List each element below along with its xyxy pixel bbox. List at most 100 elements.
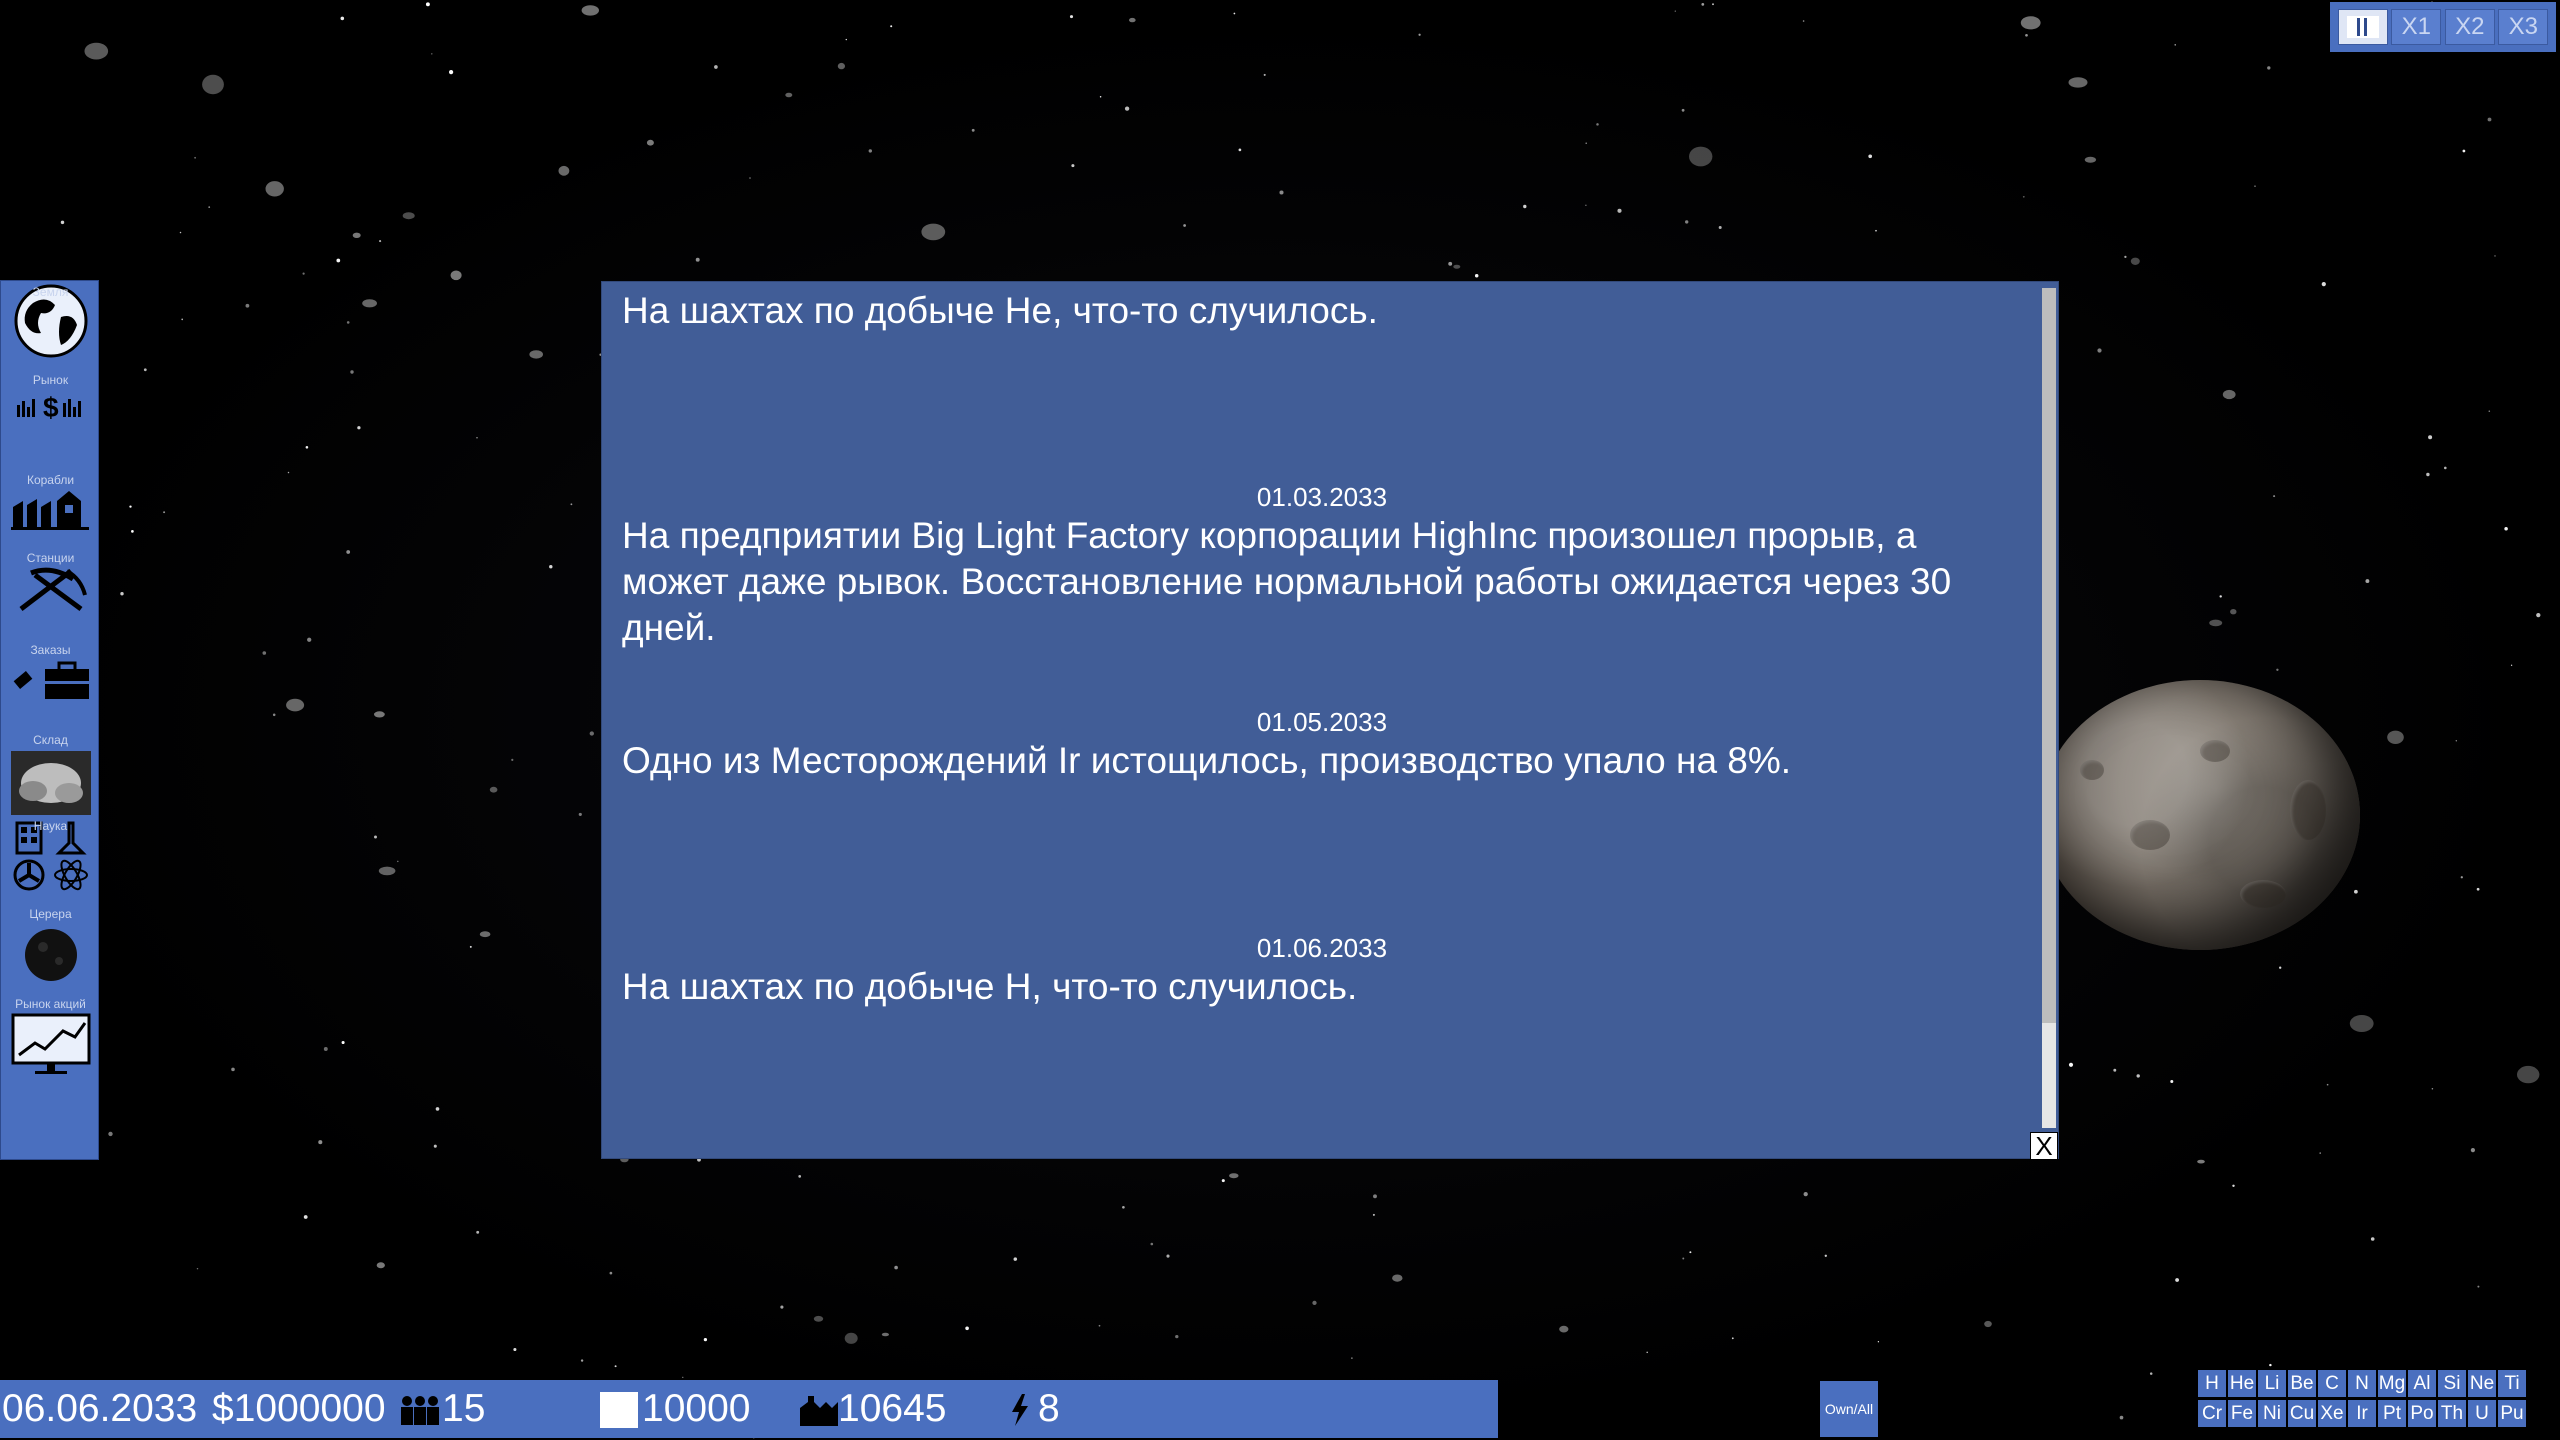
storage-icon: [600, 1392, 638, 1428]
asteroid: [1392, 1274, 1403, 1282]
sidebar-item-label: Церера: [29, 907, 72, 921]
element-button-cr[interactable]: Cr: [2198, 1400, 2226, 1427]
pause-button[interactable]: [2337, 9, 2388, 45]
message-date: 01.05.2033: [1256, 707, 1388, 737]
asteroid: [558, 165, 570, 176]
sidebar-item-label: Рынок: [32, 373, 69, 387]
sidebar-item-science[interactable]: Наука: [1, 819, 100, 895]
briefcase-icon: [13, 661, 89, 699]
asteroid: [450, 270, 462, 281]
element-button-h[interactable]: H: [2198, 1370, 2226, 1397]
element-button-pu[interactable]: Pu: [2498, 1400, 2526, 1427]
element-button-he[interactable]: He: [2228, 1370, 2256, 1397]
element-button-pt[interactable]: Pt: [2378, 1400, 2406, 1427]
asteroid: [2130, 257, 2140, 265]
element-button-cu[interactable]: Cu: [2288, 1400, 2316, 1427]
element-button-li[interactable]: Li: [2258, 1370, 2286, 1397]
sidebar-item-earth[interactable]: Земля: [1, 283, 100, 359]
element-button-fe[interactable]: Fe: [2228, 1400, 2256, 1427]
asteroid: [2197, 1159, 2205, 1164]
sidebar-item-ceres[interactable]: Церера: [1, 907, 100, 985]
ships-icon: [10, 491, 89, 530]
list-item: 01.03.2033 На предприятии Big Light Fact…: [622, 482, 2022, 651]
asteroid: [2349, 1015, 2374, 1032]
asteroid: [2222, 389, 2236, 400]
speed-x1-button[interactable]: X1: [2391, 9, 2442, 45]
message-date: 01.03.2033: [1256, 482, 1388, 512]
element-button-si[interactable]: Si: [2438, 1370, 2466, 1397]
close-button[interactable]: X: [2030, 1132, 2058, 1160]
energy-icon: [1012, 1394, 1028, 1426]
sidebar-item-label: Склад: [33, 733, 68, 747]
element-button-u[interactable]: U: [2468, 1400, 2496, 1427]
message-date: 01.06.2033: [1256, 933, 1388, 963]
left-sidebar: Земля Рынок $ Корабли Станции Заказы Скл…: [0, 280, 99, 1160]
asteroid: [402, 212, 415, 220]
element-button-th[interactable]: Th: [2438, 1400, 2466, 1427]
ceres-icon: [24, 929, 77, 981]
sidebar-item-label: Корабли: [26, 473, 75, 487]
asteroid: [813, 1315, 824, 1322]
sidebar-item-stations[interactable]: Станции: [1, 551, 100, 615]
sidebar-item-label: Наука: [33, 819, 68, 833]
element-button-c[interactable]: C: [2318, 1370, 2346, 1397]
asteroid: [378, 866, 396, 876]
asteroid: [921, 223, 946, 241]
message-text: На шахтах по добыче He, что-то случилось…: [622, 290, 1378, 331]
events-dialog: На шахтах по добыче He, что-то случилось…: [601, 281, 2059, 1160]
speed-controls: X1 X2 X3: [2330, 2, 2556, 52]
industry-value: 10645: [838, 1387, 947, 1430]
asteroid: [362, 299, 377, 308]
element-button-ti[interactable]: Ti: [2498, 1370, 2526, 1397]
asteroid: [646, 139, 654, 146]
element-button-be[interactable]: Be: [2288, 1370, 2316, 1397]
own-all-toggle[interactable]: Own/All: [1820, 1381, 1878, 1437]
pause-icon: [2346, 16, 2379, 38]
asteroid: [1453, 264, 1461, 269]
list-item: 01.06.2033 На шахтах по добыче H, что-то…: [622, 933, 2022, 1010]
element-button-xe[interactable]: Xe: [2318, 1400, 2346, 1427]
industry-icon: [800, 1396, 838, 1426]
asteroid: [844, 1332, 858, 1344]
element-button-al[interactable]: Al: [2408, 1370, 2436, 1397]
element-button-n[interactable]: N: [2348, 1370, 2376, 1397]
element-button-mg[interactable]: Mg: [2378, 1370, 2406, 1397]
sidebar-item-orders[interactable]: Заказы: [1, 643, 100, 701]
status-bar: 06.06.2033 $1000000 15 10000 10645 8: [0, 1380, 1498, 1438]
element-button-ni[interactable]: Ni: [2258, 1400, 2286, 1427]
sidebar-item-warehouse[interactable]: Склад: [1, 733, 100, 817]
speed-x3-button[interactable]: X3: [2498, 9, 2549, 45]
sidebar-item-ships[interactable]: Корабли: [1, 473, 100, 531]
asteroid: [881, 1332, 890, 1337]
sidebar-item-label: Земля: [32, 285, 69, 299]
warehouse-icon: [10, 751, 91, 815]
scrollbar[interactable]: [2042, 288, 2056, 1128]
asteroid: [2084, 156, 2097, 163]
mining-tools-icon: [18, 567, 87, 612]
element-button-po[interactable]: Po: [2408, 1400, 2436, 1427]
element-selector: H He Li Be C N Mg Al Si Ne Ti Cr Fe Ni Cu Xe Ir Pt Po Th U Pu: [2198, 1370, 2528, 1430]
asteroid: [785, 92, 793, 98]
people-count: 15: [442, 1387, 486, 1430]
element-button-ne[interactable]: Ne: [2468, 1370, 2496, 1397]
sidebar-item-stock-market[interactable]: Рынок акций: [1, 997, 100, 1077]
asteroid: [1229, 1173, 1239, 1179]
asteroid: [2020, 16, 2041, 30]
sidebar-item-market[interactable]: Рынок $: [1, 373, 100, 423]
asteroid: [1689, 146, 1713, 167]
speed-x2-button[interactable]: X2: [2444, 9, 2495, 45]
game-date: 06.06.2033: [2, 1387, 198, 1430]
asteroid: [2387, 730, 2404, 744]
money-value: $1000000: [212, 1387, 386, 1430]
storage-value: 10000: [642, 1387, 751, 1430]
asteroid: [202, 74, 224, 95]
ceres-planet[interactable]: [2040, 680, 2360, 950]
asteroid: [489, 786, 498, 793]
asteroid: [376, 1262, 385, 1269]
list-item: 01.05.2033 Одно из Месторождений Ir исто…: [622, 707, 2022, 784]
scrollbar-thumb[interactable]: [2042, 288, 2056, 1023]
message-text: Одно из Месторождений Ir истощилось, про…: [622, 740, 1792, 781]
element-button-ir[interactable]: Ir: [2348, 1400, 2376, 1427]
message-text: На предприятии Big Light Factory корпора…: [622, 515, 1952, 648]
asteroid: [2517, 1065, 2540, 1084]
